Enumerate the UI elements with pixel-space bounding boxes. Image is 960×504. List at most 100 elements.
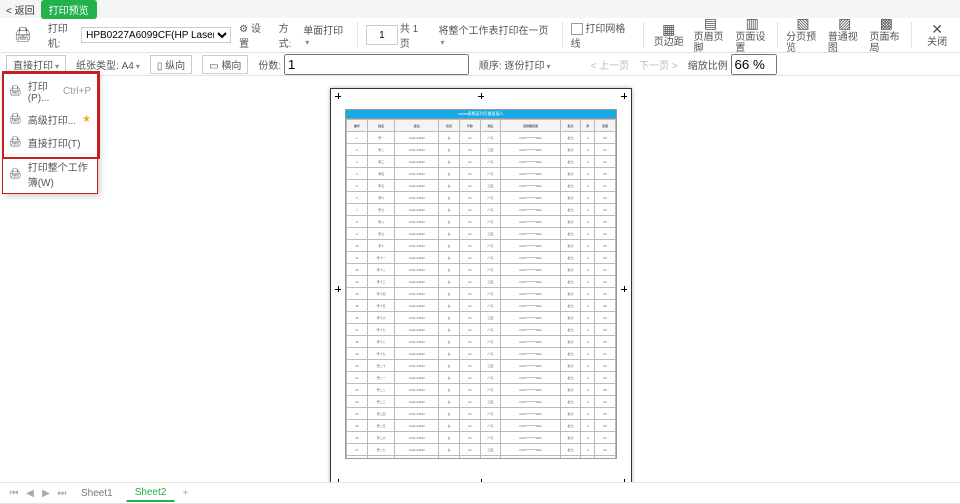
table-cell: 广东 bbox=[480, 336, 501, 348]
headerfooter-icon: ▤ bbox=[704, 16, 717, 31]
table-cell: 李二三 bbox=[367, 396, 395, 408]
gridline-toggle[interactable]: 打印网格线 bbox=[571, 20, 635, 50]
table-cell: 1234********4812 bbox=[501, 216, 560, 228]
sheet-add-button[interactable]: + bbox=[179, 488, 191, 499]
table-cell: 22 bbox=[459, 360, 480, 372]
pagelayout-button[interactable]: ▩页面布局 bbox=[870, 16, 904, 53]
table-cell: 1234********4812 bbox=[501, 324, 560, 336]
table-cell: 4 bbox=[581, 336, 595, 348]
mode-select[interactable]: 单面打印 bbox=[303, 22, 349, 48]
pagebreak-button[interactable]: ▧分页预览 bbox=[786, 16, 820, 53]
print-button[interactable]: 🖨 bbox=[6, 27, 40, 42]
table-cell: 广东 bbox=[480, 432, 501, 444]
table-cell: 1234-44812 bbox=[395, 228, 439, 240]
pages-total-label: 共 1 页 bbox=[400, 20, 431, 50]
page-range: 共 1 页 bbox=[366, 20, 431, 50]
table-cell: 1234-44812 bbox=[395, 240, 439, 252]
table-cell: 李一 bbox=[367, 132, 395, 144]
table-cell: 女 bbox=[439, 276, 460, 288]
menu-direct-print[interactable]: 🖨直接打印(T) bbox=[3, 131, 97, 154]
copies-input[interactable] bbox=[284, 54, 469, 75]
table-cell: 4 bbox=[581, 264, 595, 276]
copies-field: 份数: bbox=[258, 54, 469, 75]
table-row: 6李六1234-44812女22广东1234********4812批次464 bbox=[347, 192, 616, 204]
table-cell: 李八 bbox=[367, 216, 395, 228]
table-cell: 1234-44812 bbox=[395, 408, 439, 420]
pagesetup-button[interactable]: ▥页面设置 bbox=[735, 16, 769, 53]
table-cell: 批次 bbox=[560, 456, 581, 460]
table-cell: 22 bbox=[459, 180, 480, 192]
margins-button[interactable]: ▦页边距 bbox=[652, 22, 686, 48]
table-cell: 24 bbox=[347, 408, 368, 420]
table-cell: 4 bbox=[581, 180, 595, 192]
table-cell: 李十八 bbox=[367, 336, 395, 348]
zoom-input[interactable] bbox=[731, 54, 777, 75]
menu-print[interactable]: 🖨打印(P)...Ctrl+P bbox=[3, 74, 97, 108]
table-cell: 批次 bbox=[560, 312, 581, 324]
table-cell: 1234********4812 bbox=[501, 408, 560, 420]
table-cell: 李二 bbox=[367, 144, 395, 156]
sheet-nav-last[interactable]: ⏭ bbox=[56, 488, 68, 499]
next-page-button[interactable]: 下一页 > bbox=[639, 57, 678, 72]
table-cell: 李九 bbox=[367, 228, 395, 240]
table-cell: 25 bbox=[347, 420, 368, 432]
table-cell: 李十二 bbox=[367, 264, 395, 276]
table-cell: 4 bbox=[581, 240, 595, 252]
table-cell: 李三 bbox=[367, 156, 395, 168]
doc-title: excel表格某列可重复值人 bbox=[346, 110, 616, 119]
sheet-nav-prev[interactable]: ◀ bbox=[24, 488, 36, 499]
shrink-select[interactable]: 将整个工作表打印在一页 bbox=[438, 22, 553, 48]
sheet-tab-2[interactable]: Sheet2 bbox=[126, 484, 176, 502]
paper-select[interactable]: A4 bbox=[122, 61, 140, 72]
tab-print-preview[interactable]: 打印预览 bbox=[41, 0, 97, 19]
table-cell: 女 bbox=[439, 348, 460, 360]
menu-advanced-print[interactable]: 🖨高级打印...★ bbox=[3, 108, 97, 131]
table-cell: 22 bbox=[459, 456, 480, 460]
table-cell: 1234-44812 bbox=[395, 132, 439, 144]
sheet-nav-next[interactable]: ▶ bbox=[40, 488, 52, 499]
table-cell: 22 bbox=[459, 432, 480, 444]
copies-label: 份数: bbox=[258, 61, 281, 72]
table-header: 姓名 bbox=[367, 120, 395, 132]
order-select[interactable]: 逐份打印 bbox=[504, 61, 550, 72]
crop-mark bbox=[621, 286, 627, 292]
table-cell: 批次 bbox=[560, 240, 581, 252]
back-button[interactable]: < 返回 bbox=[6, 2, 35, 17]
table-cell: 4 bbox=[581, 348, 595, 360]
table-cell: 批次 bbox=[560, 408, 581, 420]
printer-select[interactable]: HPB0227A6099CF(HP Laser MFP 1) bbox=[81, 27, 231, 43]
mode-field: 方式: 单面打印 bbox=[279, 20, 349, 50]
table-cell: 女 bbox=[439, 396, 460, 408]
table-cell: 3 bbox=[347, 156, 368, 168]
table-cell: 批次 bbox=[560, 396, 581, 408]
portrait-button[interactable]: ▯ 纵向 bbox=[150, 55, 192, 74]
order-field: 顺序: 逐份打印 bbox=[479, 57, 551, 72]
crop-mark bbox=[335, 479, 341, 482]
table-cell: 22 bbox=[459, 420, 480, 432]
settings-link[interactable]: ⚙ 设置 bbox=[239, 20, 271, 50]
close-button[interactable]: ✕关闭 bbox=[920, 22, 954, 48]
table-cell: 1234********4812 bbox=[501, 192, 560, 204]
separator bbox=[562, 22, 563, 48]
preview-canvas[interactable]: excel表格某列可重复值人 编号姓名座位性别年龄地区选择题答案批次序答案 1李… bbox=[0, 76, 960, 482]
table-cell: 1234********4812 bbox=[501, 156, 560, 168]
sheet-nav-first[interactable]: ⏮ bbox=[8, 488, 20, 499]
prev-page-button[interactable]: < 上一页 bbox=[590, 57, 629, 72]
headerfooter-button[interactable]: ▤页眉页脚 bbox=[694, 16, 728, 53]
page-from-input[interactable] bbox=[366, 25, 398, 45]
landscape-button[interactable]: ▭ 横向 bbox=[202, 55, 248, 74]
table-cell: 批次 bbox=[560, 192, 581, 204]
table-cell: 62 bbox=[595, 444, 616, 456]
table-cell: 女 bbox=[439, 144, 460, 156]
menu-print-workbook[interactable]: 🖨打印整个工作簿(W) bbox=[3, 155, 97, 193]
direct-print-dropdown[interactable]: 直接打印 bbox=[6, 55, 66, 74]
sheet-tab-1[interactable]: Sheet1 bbox=[72, 485, 122, 502]
normalview-button[interactable]: ▨普通视图 bbox=[828, 16, 862, 53]
table-row: 23李二三1234-44812女22江西1234********4812批次46… bbox=[347, 396, 616, 408]
pagelayout-icon: ▩ bbox=[880, 16, 893, 31]
table-cell: 广东 bbox=[480, 288, 501, 300]
table-row: 21李二一1234-44812女22广东1234********4812批次46… bbox=[347, 372, 616, 384]
table-cell: 批次 bbox=[560, 252, 581, 264]
table-cell: 广东 bbox=[480, 264, 501, 276]
table-cell: 1234-44812 bbox=[395, 276, 439, 288]
